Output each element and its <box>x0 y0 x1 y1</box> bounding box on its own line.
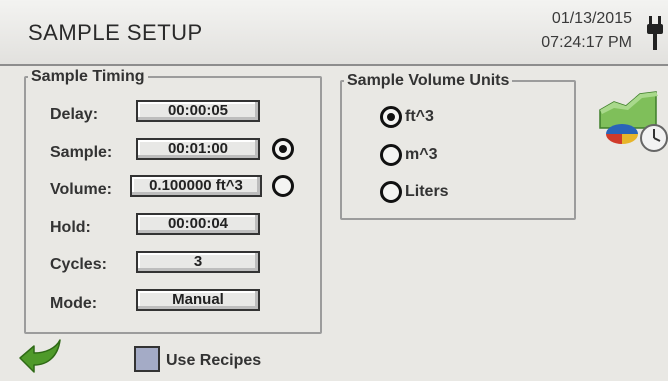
cycles-label: Cycles: <box>50 256 107 273</box>
volume-field[interactable]: 0.100000 ft^3 <box>130 175 262 197</box>
unit-liters-label[interactable]: Liters <box>405 183 449 201</box>
date-display: 01/13/2015 <box>551 10 632 27</box>
sample-label: Sample: <box>50 144 113 161</box>
unit-m3-label[interactable]: m^3 <box>405 146 437 164</box>
unit-m3-radio[interactable] <box>380 144 402 166</box>
delay-label: Delay: <box>50 106 99 123</box>
delay-field[interactable]: 00:00:05 <box>136 100 260 122</box>
unit-ft3-radio[interactable] <box>380 106 402 128</box>
cycles-field[interactable]: 3 <box>136 251 260 273</box>
volume-basis-radio[interactable] <box>272 175 294 197</box>
unit-ft3-label[interactable]: ft^3 <box>405 108 434 126</box>
hold-label: Hold: <box>50 219 91 236</box>
time-display: 07:24:17 PM <box>541 34 632 51</box>
page-title: SAMPLE SETUP <box>28 20 203 45</box>
unit-liters-radio[interactable] <box>380 181 402 203</box>
radio-selected-dot <box>279 145 287 153</box>
chart-clock-icon <box>599 91 668 152</box>
volume-label: Volume: <box>50 181 112 198</box>
volume-units-legend: Sample Volume Units <box>347 72 510 89</box>
sample-timing-legend: Sample Timing <box>31 68 145 85</box>
back-arrow-icon[interactable] <box>12 336 62 376</box>
use-recipes-label[interactable]: Use Recipes <box>166 352 261 370</box>
sample-basis-radio[interactable] <box>272 138 294 160</box>
mode-field[interactable]: Manual <box>136 289 260 311</box>
volume-units-group: Sample Volume Units <box>340 72 576 220</box>
mode-label: Mode: <box>50 295 98 312</box>
sample-field[interactable]: 00:01:00 <box>136 138 260 160</box>
use-recipes-checkbox[interactable] <box>134 346 160 372</box>
power-plug-icon <box>647 16 663 50</box>
hold-field[interactable]: 00:00:04 <box>136 213 260 235</box>
radio-selected-dot <box>387 113 395 121</box>
